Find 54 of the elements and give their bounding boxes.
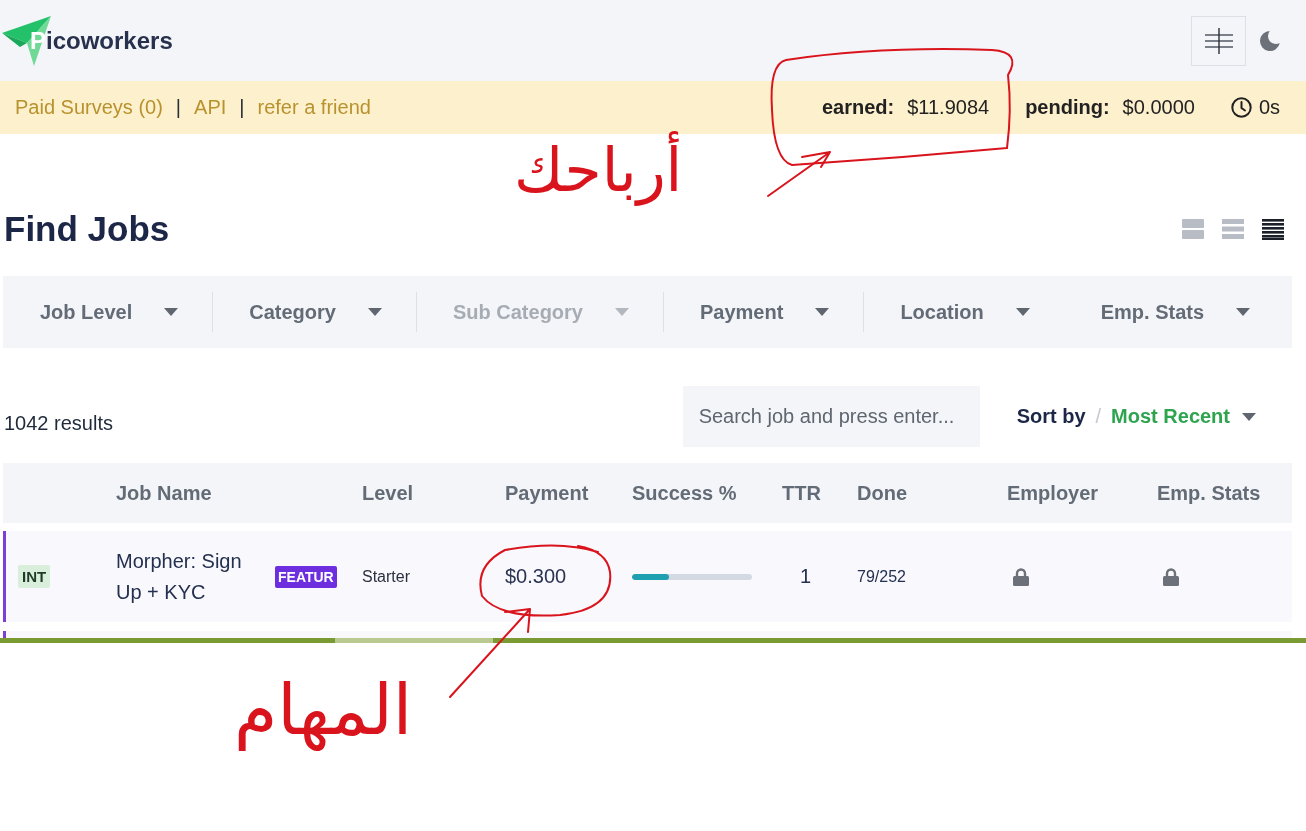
- stat-label: pending:: [1025, 96, 1110, 119]
- nav-link[interactable]: API: [194, 96, 227, 119]
- table-row[interactable]: INT Morpher: Sign Up + KYC FEATUR Starter $0.300 1 79/252: [3, 531, 1292, 622]
- nav-link[interactable]: Paid Surveys (0): [15, 96, 163, 119]
- page-title: Find Jobs: [4, 208, 170, 250]
- column-header[interactable]: Emp. Stats: [1157, 481, 1292, 505]
- stat-value: $11.9084: [907, 96, 990, 119]
- nav-link[interactable]: refer a friend: [257, 96, 371, 119]
- sort-dropdown[interactable]: Most Recent: [1111, 405, 1256, 428]
- column-header[interactable]: Done: [857, 481, 1007, 505]
- level-cell: Starter: [362, 567, 410, 586]
- menu-icon: [1204, 27, 1233, 54]
- payment-cell: $0.300: [505, 565, 567, 588]
- rows-icon[interactable]: [1222, 218, 1244, 240]
- caret-icon: [1236, 308, 1251, 316]
- clock-icon: [1230, 97, 1252, 118]
- filter-dropdown[interactable]: Payment: [663, 292, 864, 332]
- type-badge: INT: [18, 565, 51, 588]
- results-count: 1042 results: [4, 412, 113, 435]
- ttr-cell: 1: [800, 565, 812, 588]
- sort-label: Sort by: [1016, 405, 1086, 428]
- filter-dropdown[interactable]: Location: [863, 292, 1064, 332]
- filter-dropdown[interactable]: Emp. Stats: [1063, 292, 1285, 332]
- slash-separator: /: [1095, 405, 1102, 428]
- column-header[interactable]: TTR: [782, 481, 857, 505]
- handwritten-note: أرباحك: [508, 122, 689, 218]
- pipe-separator: |: [175, 96, 182, 119]
- large-rows-icon[interactable]: [1182, 218, 1204, 240]
- menu-button[interactable]: [1191, 15, 1246, 66]
- filter-dropdown[interactable]: Category: [212, 292, 416, 332]
- stat-label: earned:: [821, 96, 895, 119]
- filter-dropdown[interactable]: Job Level: [3, 292, 213, 332]
- column-header[interactable]: Success %: [632, 481, 782, 505]
- pipe-separator: |: [239, 96, 245, 119]
- column-header[interactable]: Level: [362, 481, 505, 505]
- stat-value: $0.0000: [1122, 96, 1195, 119]
- caret-icon: [164, 308, 179, 316]
- handwritten-note: المهام: [233, 668, 414, 753]
- column-header[interactable]: Job Name: [116, 481, 362, 505]
- column-header[interactable]: Payment: [505, 481, 632, 505]
- timer-text: 0s: [1258, 96, 1280, 119]
- column-header[interactable]: Employer: [1007, 481, 1157, 505]
- list-icon[interactable]: [1262, 218, 1284, 240]
- caret-icon: [615, 308, 629, 316]
- job-name[interactable]: Morpher: Sign Up + KYC: [116, 545, 256, 608]
- featured-badge: FEATUR: [275, 565, 337, 588]
- caret-icon: [367, 308, 382, 316]
- moon-icon[interactable]: [1260, 29, 1280, 52]
- caret-icon: [815, 308, 830, 316]
- hand-drawn-arrow: [767, 151, 831, 197]
- search-field[interactable]: Search job and press enter...: [682, 386, 980, 447]
- caret-icon: [1015, 308, 1030, 316]
- caret-icon: [1242, 412, 1256, 421]
- done-cell: 79/252: [857, 567, 906, 586]
